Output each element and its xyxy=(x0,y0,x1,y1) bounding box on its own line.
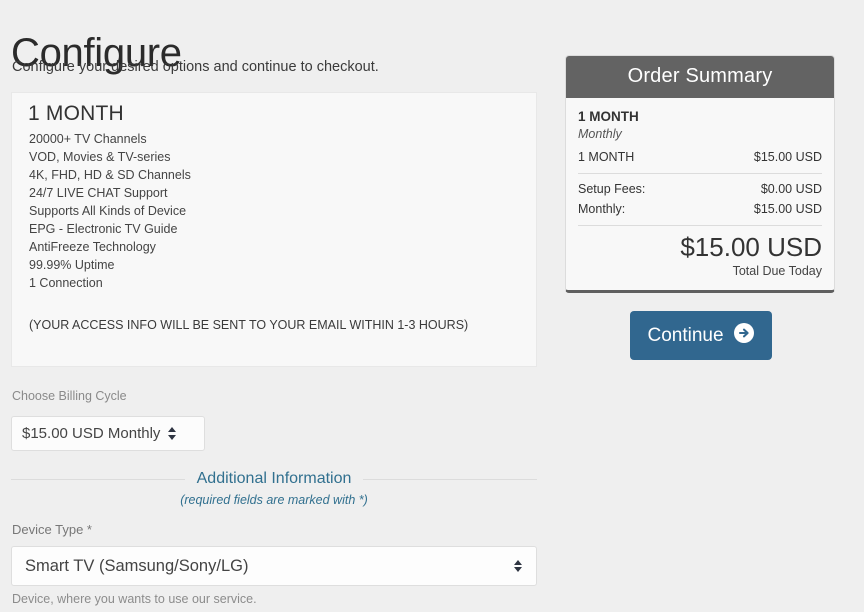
divider xyxy=(578,173,822,174)
summary-billing-cycle: Monthly xyxy=(578,127,622,141)
device-type-help-text: Device, where you wants to use our servi… xyxy=(12,592,257,606)
fee-amount: $15.00 USD xyxy=(753,202,822,216)
access-info-note: (YOUR ACCESS INFO WILL BE SENT TO YOUR E… xyxy=(29,318,469,332)
order-summary-body: 1 MONTH Monthly 1 MONTH $15.00 USD Setup… xyxy=(566,98,834,290)
line-item-amount: $15.00 USD xyxy=(753,150,822,164)
arrow-circle-right-icon xyxy=(733,322,755,350)
summary-total-label: Total Due Today xyxy=(732,264,822,278)
chevron-updown-icon xyxy=(514,559,522,573)
divider-right xyxy=(363,478,538,480)
chevron-updown-icon xyxy=(168,427,177,440)
fee-amount: $0.00 USD xyxy=(760,182,822,196)
fee-label: Setup Fees: xyxy=(578,182,646,196)
list-item: AntiFreeze Technology xyxy=(29,240,156,254)
line-item-label: 1 MONTH xyxy=(578,150,635,164)
summary-product-name: 1 MONTH xyxy=(578,109,639,124)
divider xyxy=(578,225,822,226)
continue-button-label: Continue xyxy=(647,324,724,346)
billing-cycle-label: Choose Billing Cycle xyxy=(12,389,127,403)
order-summary-title: Order Summary xyxy=(566,56,834,98)
additional-information-heading: Additional Information xyxy=(11,470,538,488)
product-details-panel: 1 MONTH 20000+ TV Channels VOD, Movies &… xyxy=(11,92,537,367)
device-type-label: Device Type * xyxy=(12,522,92,537)
list-item: 24/7 LIVE CHAT Support xyxy=(29,186,168,200)
summary-line-item: 1 MONTH $15.00 USD xyxy=(578,147,822,167)
summary-fee-row: Monthly: $15.00 USD xyxy=(578,199,822,219)
page-subtitle: Configure your desired options and conti… xyxy=(12,59,379,75)
list-item: EPG - Electronic TV Guide xyxy=(29,222,178,236)
configure-page: Configure Configure your desired options… xyxy=(0,0,864,612)
divider-left xyxy=(11,478,185,480)
summary-total-amount: $15.00 USD xyxy=(680,232,822,262)
continue-button[interactable]: Continue xyxy=(630,311,772,360)
fee-label: Monthly: xyxy=(578,202,626,216)
list-item: 99.99% Uptime xyxy=(29,258,115,272)
list-item: VOD, Movies & TV-series xyxy=(29,150,171,164)
billing-cycle-value: $15.00 USD Monthly xyxy=(22,425,161,442)
required-fields-note: (required fields are marked with *) xyxy=(180,493,368,507)
summary-fee-row: Setup Fees: $0.00 USD xyxy=(578,179,822,199)
product-feature-list: 20000+ TV Channels VOD, Movies & TV-seri… xyxy=(29,130,191,292)
section-title: Additional Information xyxy=(196,470,352,487)
list-item: Supports All Kinds of Device xyxy=(29,204,187,218)
list-item: 1 Connection xyxy=(29,276,103,290)
device-type-select[interactable]: Smart TV (Samsung/Sony/LG) xyxy=(11,546,537,586)
product-name: 1 MONTH xyxy=(28,102,124,125)
list-item: 20000+ TV Channels xyxy=(29,132,147,146)
device-type-value: Smart TV (Samsung/Sony/LG) xyxy=(25,556,249,575)
billing-cycle-select[interactable]: $15.00 USD Monthly xyxy=(11,416,205,451)
order-summary-panel: Order Summary 1 MONTH Monthly 1 MONTH $1… xyxy=(565,55,835,293)
additional-information-section: Additional Information (required fields … xyxy=(11,470,538,507)
list-item: 4K, FHD, HD & SD Channels xyxy=(29,168,191,182)
